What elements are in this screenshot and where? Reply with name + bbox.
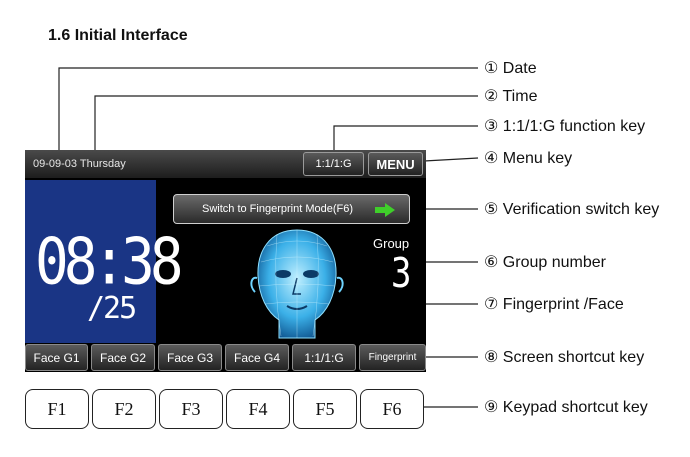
callout-mode-key: ③ 1:1/1:G function key <box>484 118 646 135</box>
callout-time: ② Time <box>484 88 538 105</box>
keypad-f1[interactable]: F1 <box>25 389 89 429</box>
shortcut-face-g3[interactable]: Face G3 <box>158 344 222 371</box>
callout-verification-switch: ⑤ Verification switch key <box>484 201 660 218</box>
keypad-f6[interactable]: F6 <box>360 389 424 429</box>
verification-switch-button[interactable]: Switch to Fingerprint Mode(F6) <box>173 194 410 224</box>
shortcut-face-g1[interactable]: Face G1 <box>25 344 88 371</box>
callout-fingerprint-face: ⑦ Fingerprint /Face <box>484 296 624 313</box>
date-display: 09-09-03 Thursday <box>33 158 126 170</box>
keypad-f3[interactable]: F3 <box>159 389 223 429</box>
callout-date: ① Date <box>484 60 537 77</box>
day-display: /25 <box>87 291 137 326</box>
clock-panel: 08:38 /25 <box>25 180 184 343</box>
face-scan-icon <box>250 229 344 339</box>
shortcut-fingerprint[interactable]: Fingerprint <box>359 344 426 371</box>
keypad-f5[interactable]: F5 <box>293 389 357 429</box>
mode-function-key[interactable]: 1:1/1:G <box>303 152 364 176</box>
shortcut-mode[interactable]: 1:1/1:G <box>292 344 356 371</box>
time-display: 08:38 <box>35 225 184 300</box>
shortcut-face-g2[interactable]: Face G2 <box>91 344 155 371</box>
callout-menu-key: ④ Menu key <box>484 150 573 167</box>
status-bar: 09-09-03 Thursday 1:1/1:G MENU <box>25 150 426 178</box>
group-number: 3 <box>391 250 412 298</box>
group-label: Group <box>373 236 410 251</box>
arrow-right-icon <box>375 203 395 217</box>
callout-keypad-shortcut: ⑨ Keypad shortcut key <box>484 399 648 416</box>
device-screen: 09-09-03 Thursday 1:1/1:G MENU 08:38 /25… <box>25 150 426 372</box>
callout-screen-shortcut: ⑧ Screen shortcut key <box>484 349 645 366</box>
menu-key[interactable]: MENU <box>368 152 423 176</box>
keypad-f4[interactable]: F4 <box>226 389 290 429</box>
keypad-f2[interactable]: F2 <box>92 389 156 429</box>
screen-shortcut-bar: Face G1 Face G2 Face G3 Face G4 1:1/1:G … <box>25 343 426 372</box>
shortcut-face-g4[interactable]: Face G4 <box>225 344 289 371</box>
callout-group-number: ⑥ Group number <box>484 254 606 271</box>
verification-switch-label: Switch to Fingerprint Mode(F6) <box>202 203 353 215</box>
